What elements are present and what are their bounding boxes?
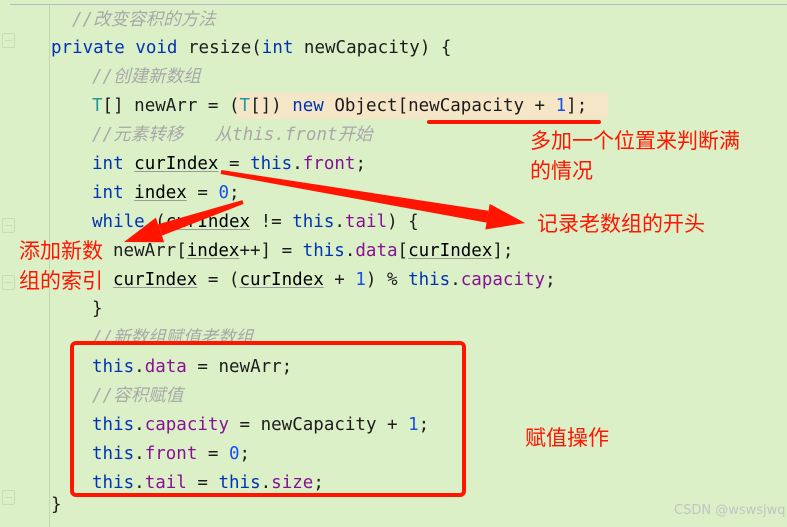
annotation-arrow-layer <box>124 170 525 243</box>
arrow-head <box>485 203 525 230</box>
annotation-extra-slot: 多加一个位置来判断满 的情况 <box>530 129 740 183</box>
arrow-shaft <box>158 200 244 236</box>
arrow-head <box>124 217 165 243</box>
arrow-shaft <box>220 170 489 223</box>
annotation-assignment-ops: 赋值操作 <box>525 426 609 450</box>
code-screenshot: //改变容积的方法 private void resize(int newCapa… <box>0 0 787 527</box>
annotation-record-old-array-head: 记录老数组的开头 <box>537 212 705 236</box>
csdn-watermark: CSDN @wswsjwq <box>674 503 786 518</box>
arrow-to-new-array-index <box>124 200 244 243</box>
arrow-to-record-old-array-head <box>220 170 525 230</box>
annotation-new-array-index: 添加新数 组的索引 <box>19 239 103 293</box>
